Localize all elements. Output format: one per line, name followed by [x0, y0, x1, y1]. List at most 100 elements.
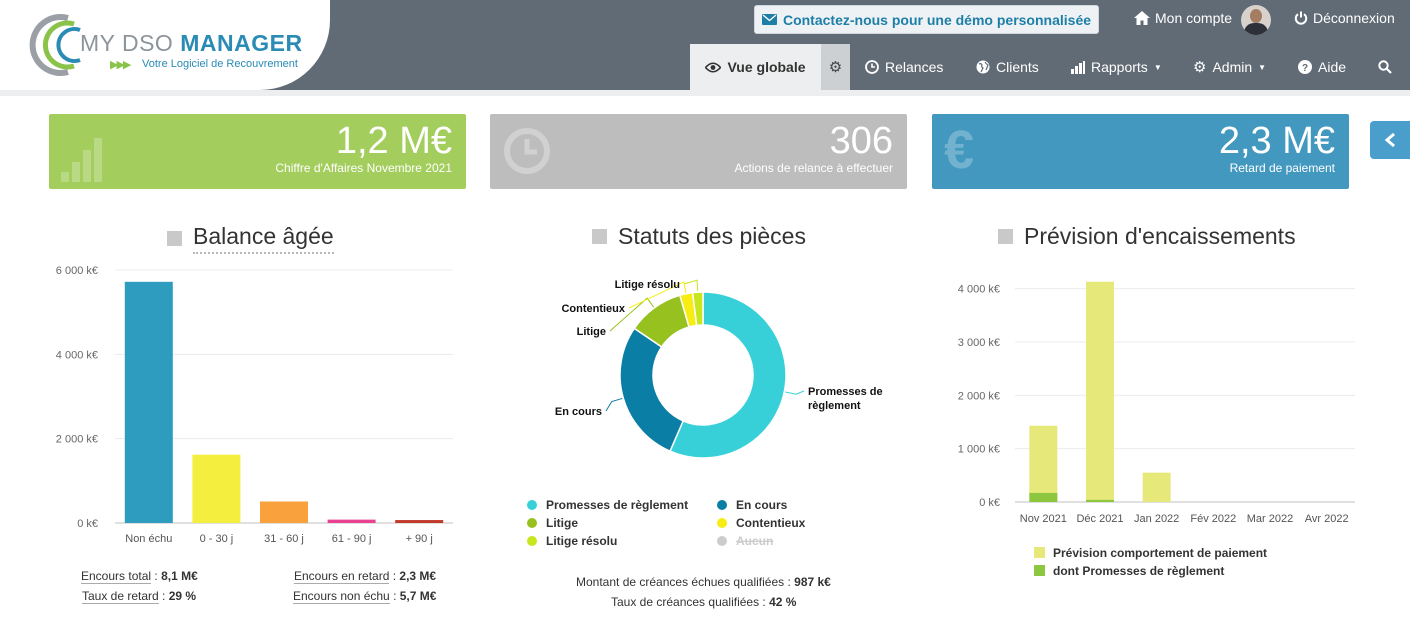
logout-link[interactable]: Déconnexion	[1294, 10, 1395, 26]
legend-label: dont Promesses de règlement	[1053, 564, 1224, 578]
help-icon: ?	[1298, 60, 1312, 74]
nav-tab-admin[interactable]: ⚙ Admin ▼	[1193, 44, 1266, 90]
aged-balance-title[interactable]: Balance âgée	[167, 223, 334, 254]
nav-tab-overview[interactable]: Vue globale	[690, 44, 821, 90]
nav-tab-reports-label: Rapports	[1091, 59, 1148, 75]
account-link[interactable]: Mon compte	[1134, 10, 1232, 26]
x-tick-label: Jan 2022	[1134, 513, 1179, 525]
x-tick-label: Nov 2021	[1020, 513, 1067, 525]
search-button[interactable]	[1378, 44, 1392, 90]
status-title-text: Statuts des pièces	[618, 223, 806, 249]
clock-icon	[504, 128, 550, 174]
logo-tagline: Votre Logiciel de Recouvrement	[142, 58, 298, 70]
legend-label: Litige	[546, 516, 578, 530]
logo-panel[interactable]: MY DSO MANAGER ▶▶▶ Votre Logiciel de Rec…	[0, 0, 330, 90]
nav-tab-help[interactable]: ? Aide	[1298, 44, 1346, 90]
title-square-icon	[998, 229, 1013, 244]
side-panel-toggle[interactable]	[1370, 121, 1410, 159]
home-icon	[1134, 11, 1150, 25]
legend-label: Promesses de règlement	[546, 498, 688, 512]
donut-connector	[683, 279, 699, 292]
nav-tab-clients-label: Clients	[996, 59, 1039, 75]
legend-marker	[527, 536, 537, 546]
donut-data-label: règlement	[808, 400, 861, 412]
legend-marker	[717, 518, 727, 528]
forecast-title: Prévision d'encaissements	[998, 223, 1296, 250]
y-tick-label: 4 000 k€	[958, 284, 1000, 296]
nav-tab-overview-label: Vue globale	[727, 59, 806, 75]
kpi-late-payment-label: Retard de paiement	[1229, 161, 1335, 175]
x-tick-label: Déc 2021	[1076, 513, 1123, 525]
legend-label: Aucun	[736, 534, 773, 548]
x-tick-label: 61 - 90 j	[332, 533, 372, 545]
stat-qualified-rate: Taux de créances qualifiées : 42 %	[611, 595, 797, 609]
aged-balance-title-text: Balance âgée	[193, 223, 334, 254]
promise-bar-1	[1086, 499, 1114, 502]
kpi-late-payment[interactable]: € 2,3 M€ Retard de paiement	[932, 114, 1349, 189]
kpi-actions[interactable]: 306 Actions de relance à effectuer	[490, 114, 907, 189]
kpi-revenue-value: 1,2 M€	[335, 120, 452, 162]
search-icon	[1378, 60, 1392, 74]
demo-request-button[interactable]: Contactez-nous pour une démo personnalis…	[754, 5, 1099, 34]
donut-data-label: Litige résolu	[615, 279, 680, 291]
overview-settings-button[interactable]: ⚙	[821, 44, 850, 90]
nav-tab-clients[interactable]: Clients	[976, 44, 1039, 90]
forecast-title-text: Prévision d'encaissements	[1024, 223, 1296, 249]
x-tick-label: Fév 2022	[1190, 513, 1236, 525]
kpi-revenue[interactable]: 1,2 M€ Chiffre d'Affaires Novembre 2021	[49, 114, 466, 189]
title-square-icon	[167, 231, 182, 246]
logout-label: Déconnexion	[1313, 10, 1395, 26]
legend-marker	[717, 536, 727, 546]
stat-not-due: Encours non échu : 5,7 M€	[293, 589, 437, 604]
donut-data-label: En cours	[555, 406, 602, 418]
x-tick-label: Avr 2022	[1305, 513, 1349, 525]
forecast-bar-1	[1086, 281, 1114, 502]
legend-label: Contentieux	[736, 516, 806, 530]
status-title: Statuts des pièces	[592, 223, 806, 250]
stat-late-outstanding: Encours en retard : 2,3 M€	[294, 569, 437, 584]
aged-balance-chart: 0 k€ 2 000 k€ 4 000 k€ 6 000 k€ Non échu 0 - …	[56, 265, 453, 545]
nav-tab-reminders[interactable]: Relances	[865, 44, 943, 90]
promise-bar-0	[1029, 492, 1058, 502]
x-tick-label: + 90 j	[406, 533, 433, 545]
y-tick-label: 6 000 k€	[56, 265, 98, 277]
logo-arrows-icon: ▶▶▶	[110, 59, 131, 71]
avatar[interactable]	[1241, 5, 1271, 35]
nav-tab-help-label: Aide	[1318, 59, 1347, 75]
stat-qualified-amount: Montant de créances échues qualifiées : …	[576, 575, 831, 589]
logo-wordmark: MY DSO MANAGER	[80, 30, 303, 56]
svg-text:?: ?	[1302, 63, 1308, 74]
clock-icon	[865, 60, 879, 74]
bar-3	[327, 519, 376, 523]
forecast-bar-2	[1142, 472, 1171, 502]
y-tick-label: 3 000 k€	[958, 337, 1000, 349]
donut-connector	[605, 397, 623, 412]
euro-icon: €	[944, 120, 975, 180]
nav-tab-reports[interactable]: Rapports ▼	[1071, 44, 1162, 90]
legend-marker	[527, 518, 537, 528]
x-tick-label: Non échu	[125, 533, 172, 545]
chevron-down-icon: ▼	[1258, 62, 1267, 72]
gear-icon: ⚙	[828, 59, 843, 76]
bar-1	[192, 454, 241, 523]
legend-label: Prévision comportement de paiement	[1053, 546, 1267, 560]
forecast-chart: 0 k€ 1 000 k€ 2 000 k€ 3 000 k€ 4 000 k€ Nov …	[958, 281, 1355, 578]
donut-data-label: Litige	[577, 326, 606, 338]
kpi-actions-label: Actions de relance à effectuer	[734, 161, 893, 175]
chevron-down-icon: ▼	[1153, 62, 1162, 72]
forecast-bar-0	[1029, 425, 1058, 502]
demo-request-label: Contactez-nous pour une démo personnalis…	[782, 11, 1092, 28]
kpi-actions-value: 306	[829, 120, 893, 162]
bar-4	[395, 520, 444, 523]
signal-bars-icon	[61, 138, 102, 182]
legend-label: En cours	[736, 498, 788, 512]
nav-tab-admin-label: Admin	[1212, 59, 1253, 75]
bar-2	[260, 501, 308, 523]
cog-icon: ⚙	[1193, 59, 1207, 76]
eye-icon	[705, 61, 722, 73]
donut-data-label: Promesses de	[808, 386, 883, 398]
power-icon	[1294, 11, 1308, 25]
envelope-icon	[761, 14, 777, 25]
legend-label: Litige résolu	[546, 534, 617, 548]
legend-marker	[1034, 565, 1045, 576]
